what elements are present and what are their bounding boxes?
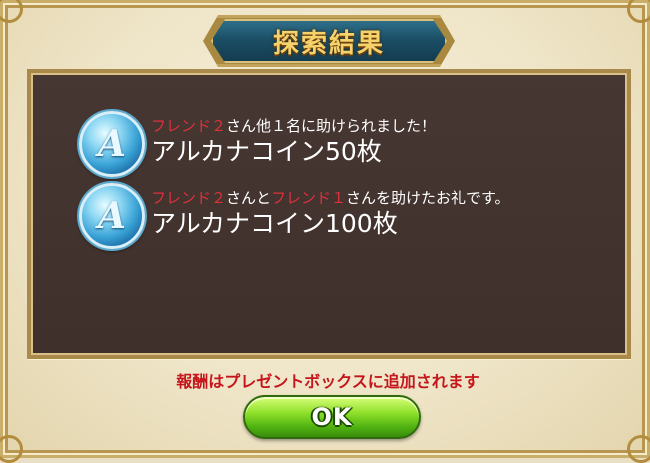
corner-ornament xyxy=(627,0,650,23)
corner-ornament xyxy=(0,435,23,463)
result-dialog: 探索結果 A フレンド２さん他１名に助けられました！ アルカナコイン50枚 A … xyxy=(0,0,650,463)
arcana-coin-icon: A xyxy=(79,111,145,177)
arcana-coin-icon: A xyxy=(79,183,145,249)
friend-name: フレンド１ xyxy=(271,189,347,207)
ok-button[interactable]: OK xyxy=(243,395,421,439)
title-banner: 探索結果 xyxy=(211,19,447,63)
reward-amount: アルカナコイン100枚 xyxy=(151,209,398,238)
dialog-title: 探索結果 xyxy=(272,28,385,59)
present-box-notice: 報酬はプレゼントボックスに追加されます xyxy=(176,372,480,391)
reward-caption: フレンド２さん他１名に助けられました！ xyxy=(151,117,436,135)
caption-text: さん他１名に助けられました！ xyxy=(226,117,437,135)
ok-button-label: OK xyxy=(311,403,353,431)
reward-text: フレンド２さんとフレンド１さんを助けたお礼です。 アルカナコイン100枚 xyxy=(151,189,510,239)
caption-text: さんを助けたお礼です。 xyxy=(346,189,510,207)
friend-name: フレンド２ xyxy=(151,117,227,135)
friend-name: フレンド２ xyxy=(151,189,227,207)
caption-connector: さんと xyxy=(226,189,272,207)
coin-glyph: A xyxy=(98,123,126,165)
reward-row: A フレンド２さん他１名に助けられました！ アルカナコイン50枚 xyxy=(53,111,436,177)
reward-amount: アルカナコイン50枚 xyxy=(151,137,382,166)
reward-row: A フレンド２さんとフレンド１さんを助けたお礼です。 アルカナコイン100枚 xyxy=(53,183,510,249)
corner-ornament xyxy=(627,435,650,463)
corner-ornament xyxy=(0,0,23,23)
reward-text: フレンド２さん他１名に助けられました！ アルカナコイン50枚 xyxy=(151,117,436,167)
coin-glyph: A xyxy=(98,195,126,237)
reward-caption: フレンド２さんとフレンド１さんを助けたお礼です。 xyxy=(151,189,510,207)
